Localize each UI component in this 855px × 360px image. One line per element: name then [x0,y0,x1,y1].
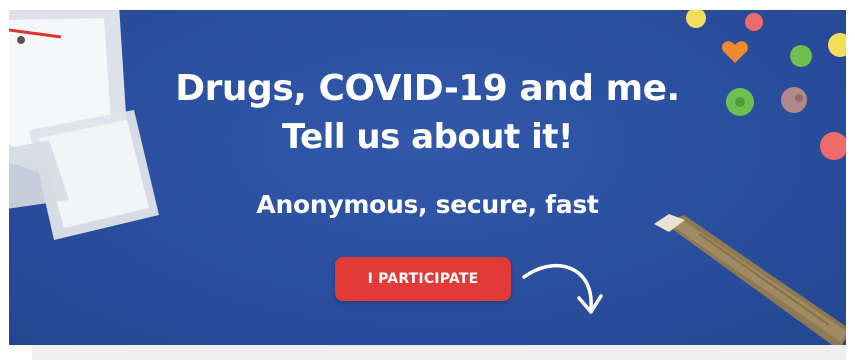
subheadline: Anonymous, secure, fast [256,190,599,219]
footer-strip [32,345,846,360]
campaign-banner: Drugs, COVID-19 and me. Tell us about it… [9,10,846,345]
participate-button[interactable]: I PARTICIPATE [335,257,511,301]
headline-line-2: Tell us about it! [281,117,574,157]
curved-arrow-icon [522,263,603,314]
headline-line-1: Drugs, COVID-19 and me. [175,68,680,109]
joint-image [654,214,846,345]
page: Drugs, COVID-19 and me. Tell us about it… [0,0,855,360]
